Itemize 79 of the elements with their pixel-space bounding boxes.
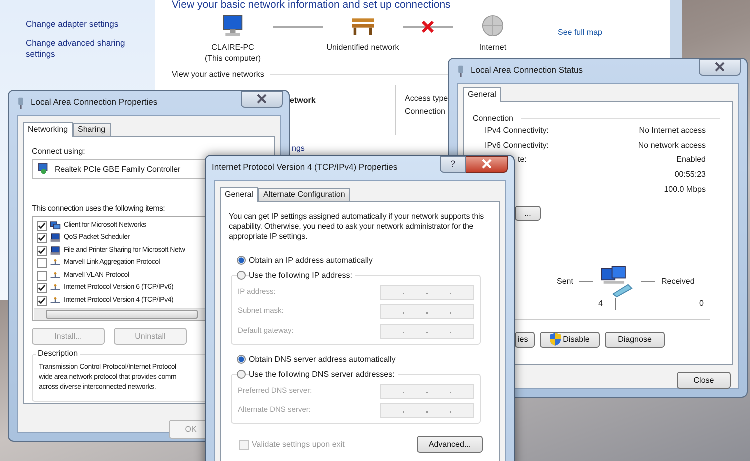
plug-icon [457, 64, 465, 78]
see-full-map-link[interactable]: See full map [558, 28, 602, 38]
sidebar-link[interactable]: Change advanced sharing settings [26, 38, 144, 60]
plug-icon [17, 96, 25, 110]
status-label: IPv6 Connectivity: [485, 140, 550, 150]
details-button[interactable]: ... [515, 206, 541, 221]
sent-label: Sent [557, 277, 574, 286]
status-value: 00:55:23 [674, 170, 706, 180]
globe-icon[interactable] [480, 15, 506, 38]
advanced-button[interactable]: Advanced... [417, 436, 483, 454]
protocol-icon [50, 296, 61, 306]
status-label: IPv4 Connectivity: [485, 126, 550, 136]
checkbox[interactable] [37, 258, 47, 268]
received-count: 0 [698, 299, 704, 308]
ip-address-field[interactable] [380, 304, 474, 320]
section-heading: Connection [473, 114, 514, 124]
settings-link[interactable]: ngs [292, 144, 305, 154]
page-heading: View your basic network information and set up connections [172, 0, 452, 12]
help-button[interactable]: ? [440, 156, 466, 172]
map-node-label: Unidentified network [326, 42, 400, 54]
checkbox[interactable] [37, 283, 47, 294]
close-icon [482, 159, 492, 169]
items-label: This connection uses the following items: [32, 204, 166, 214]
radio-button[interactable] [237, 370, 246, 380]
sent-count: 4 [598, 299, 603, 308]
radio-button[interactable] [237, 271, 246, 280]
group-title: Description [36, 349, 80, 359]
status-value: 100.0 Mbps [664, 184, 706, 194]
tab[interactable]: Alternate Configuration [258, 188, 350, 201]
protocol-icon [50, 270, 61, 281]
checkbox[interactable] [37, 233, 47, 244]
checkbox[interactable] [37, 220, 47, 231]
checkbox[interactable] [37, 296, 47, 306]
radio-label[interactable]: Use the following IP address: [249, 271, 356, 280]
tab[interactable]: General [463, 87, 502, 102]
map-node-subtitle: (This computer) [204, 53, 261, 64]
ip-address-field[interactable] [380, 384, 474, 398]
intro-text: You can get IP settings assigned automatically if your network supports this capability. Otherwise, you need to ask your network administrator for the appropriate IP settings. [229, 212, 485, 242]
connections-label: Connection [405, 107, 446, 117]
close-icon [715, 62, 725, 72]
tab[interactable]: Networking [23, 122, 74, 137]
network-adapter-icon [37, 163, 49, 176]
status-value: No Internet access [639, 126, 706, 136]
dialog-button[interactable]: Diagnose [605, 332, 665, 348]
close-button[interactable] [466, 156, 508, 172]
checkbox[interactable] [37, 246, 47, 256]
dialog-button[interactable]: ies [515, 332, 535, 348]
radio-label[interactable]: Use the following DNS server addresses: [249, 370, 398, 380]
window-title: Local Area Connection Status [471, 66, 584, 76]
dialog-button[interactable]: Disable [540, 332, 600, 348]
status-value: No network access [638, 140, 706, 150]
map-node-label: CLAIRE-PC [212, 42, 254, 54]
network-name: etwork [290, 96, 317, 108]
tab[interactable]: General [220, 187, 258, 202]
received-label: Received [661, 277, 695, 286]
computers-icon [50, 220, 61, 231]
radio-label[interactable]: Obtain DNS server address automatically [249, 354, 396, 364]
radio-button[interactable] [237, 256, 246, 266]
tab[interactable]: Sharing [73, 123, 111, 136]
window-title: Local Area Connection Properties [31, 98, 159, 108]
checkbox[interactable] [37, 270, 47, 281]
ip-address-field[interactable] [380, 403, 474, 418]
close-icon [257, 94, 267, 104]
ip-address-field[interactable] [380, 284, 474, 300]
status-value: Enabled [676, 155, 706, 164]
section-heading: View your active networks [172, 70, 264, 80]
connect-using-label: Connect using: [32, 147, 86, 156]
close-button[interactable]: Close [677, 372, 731, 389]
status-label: te: [518, 155, 527, 164]
radio-label[interactable]: Obtain an IP address automatically [249, 256, 373, 266]
shield-icon [550, 333, 562, 346]
service-icon [50, 233, 61, 244]
map-node-label: Internet [479, 42, 507, 54]
network-computers-icon [599, 266, 636, 298]
radio-button[interactable] [237, 354, 246, 364]
access-type-label: Access type [405, 94, 448, 104]
ip-address-field[interactable] [380, 324, 474, 339]
sidebar-link[interactable]: Change adapter settings [26, 19, 144, 30]
service-icon [50, 246, 61, 256]
